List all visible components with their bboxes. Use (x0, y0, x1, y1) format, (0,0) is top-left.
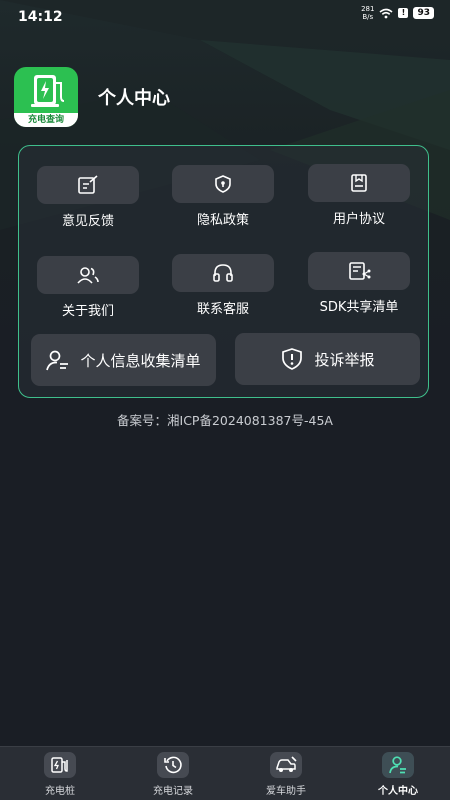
list-share-icon (349, 262, 371, 280)
feedback-label: 意见反馈 (61, 214, 114, 229)
user-info-icon (46, 350, 69, 371)
contact-support-button[interactable]: 联系客服 (172, 254, 274, 317)
app-logo-text: 充电查询 (14, 113, 78, 127)
warning-shield-icon (282, 348, 303, 370)
sdk-share-list-tile[interactable] (308, 252, 410, 290)
icp-record: 备案号：湘ICP备2024081387号-45A (117, 413, 333, 428)
about-us-label: 关于我们 (61, 304, 114, 319)
feedback-tile[interactable] (37, 166, 139, 204)
history-icon-box (157, 752, 189, 778)
shield-icon (215, 175, 231, 193)
network-speed-unit: B/s (362, 13, 374, 21)
history-icon (164, 756, 182, 774)
user-agreement-label: 用户协议 (332, 212, 385, 227)
car-helper-icon-box (270, 752, 302, 778)
network-speed-value: 281 (361, 5, 375, 13)
page-title: 个人中心 (98, 88, 170, 109)
personal-info-list-label: 个人信息收集清单 (80, 351, 201, 370)
menu-panel: 意见反馈 隐私政策 用户协议 关于我们 联系客服 SDK共享清单 个人信息收集清… (18, 145, 429, 398)
nav-tab-charging-history[interactable]: 充电记录 (128, 747, 218, 800)
sdk-share-list-button[interactable]: SDK共享清单 (308, 252, 410, 315)
network-speed: 281 B/s (361, 5, 374, 21)
wifi-icon (379, 8, 393, 18)
user-agreement-tile[interactable] (308, 164, 410, 202)
charging-pile-icon (51, 757, 68, 773)
nav-tab-profile[interactable]: 个人中心 (353, 747, 443, 800)
contact-support-label: 联系客服 (196, 302, 249, 317)
nav-label-charging-history: 充电记录 (153, 786, 193, 797)
privacy-policy-button[interactable]: 隐私政策 (172, 165, 274, 228)
document-icon (351, 174, 367, 192)
contact-support-tile[interactable] (172, 254, 274, 292)
sdk-share-list-label: SDK共享清单 (319, 300, 399, 315)
personal-info-list-button[interactable]: 个人信息收集清单 (31, 334, 216, 386)
feedback-button[interactable]: 意见反馈 (37, 166, 139, 229)
complaint-report-label: 投诉举报 (314, 350, 375, 369)
nav-label-charging-pile: 充电桩 (45, 786, 75, 797)
privacy-policy-label: 隐私政策 (196, 213, 249, 228)
car-helper-icon (276, 756, 297, 772)
profile-icon-box (382, 752, 414, 778)
nav-tab-charging-pile[interactable]: 充电桩 (15, 747, 105, 800)
charging-station-icon (31, 75, 65, 107)
nav-tab-car-helper[interactable]: 爱车助手 (241, 747, 331, 800)
profile-icon (389, 756, 406, 774)
about-us-button[interactable]: 关于我们 (37, 256, 139, 319)
app-logo: 充电查询 (14, 67, 78, 127)
status-bar: 14:12 281 B/s ! 93 (0, 0, 450, 32)
nav-label-profile: 个人中心 (378, 786, 418, 797)
user-agreement-button[interactable]: 用户协议 (308, 164, 410, 227)
complaint-report-button[interactable]: 投诉举报 (235, 333, 420, 385)
about-us-tile[interactable] (37, 256, 139, 294)
headset-icon (213, 264, 233, 282)
alert-icon: ! (398, 8, 409, 18)
status-indicators: 281 B/s ! 93 (361, 5, 434, 21)
feedback-icon (78, 175, 98, 194)
status-time: 14:12 (18, 9, 63, 25)
users-icon (77, 267, 99, 284)
charging-pile-icon-box (44, 752, 76, 778)
privacy-policy-tile[interactable] (172, 165, 274, 203)
nav-label-car-helper: 爱车助手 (266, 786, 306, 797)
battery-level: 93 (413, 7, 434, 19)
bottom-nav: 充电桩 充电记录 爱车助手 个人中心 (0, 746, 450, 800)
